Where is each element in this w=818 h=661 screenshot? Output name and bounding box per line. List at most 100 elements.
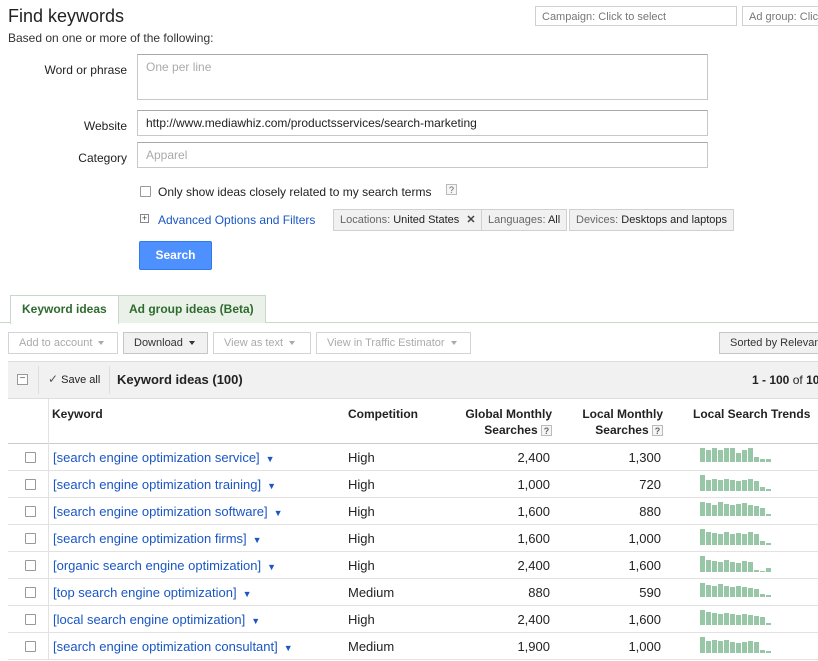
download-button[interactable]: Download (123, 332, 208, 354)
only-show-checkbox[interactable] (140, 186, 151, 197)
dropdown-arrow-icon[interactable]: ▼ (243, 589, 252, 599)
dropdown-arrow-icon[interactable]: ▼ (274, 508, 283, 518)
trend-bar (718, 450, 723, 462)
view-as-text-button[interactable]: View as text (213, 332, 311, 354)
tab-ad-group-ideas[interactable]: Ad group ideas (Beta) (117, 295, 266, 323)
trend-bar (730, 562, 735, 572)
trend-bar (742, 534, 747, 545)
trend-bar (724, 479, 729, 491)
competition-cell: High (348, 477, 375, 492)
locations-chip[interactable]: Locations: United States ✕ (333, 209, 483, 231)
trend-bar (706, 612, 711, 625)
table-row: [top search engine optimization] ▼ Medium 8… (8, 579, 818, 606)
trend-bar (724, 613, 729, 625)
global-searches-cell: 2,400 (517, 450, 550, 465)
dropdown-arrow-icon[interactable]: ▼ (253, 535, 262, 545)
dropdown-arrow-icon[interactable]: ▼ (267, 562, 276, 572)
trend-sparkline (700, 475, 810, 493)
keyword-link[interactable]: [organic search engine optimization] (53, 558, 261, 573)
trend-bar (724, 640, 729, 653)
remove-x-icon[interactable]: ✕ (466, 214, 475, 226)
col-local-monthly[interactable]: Local Monthly Searches ? (560, 407, 663, 437)
grid-title: Keyword ideas (100) (117, 372, 243, 387)
adgroup-select[interactable]: Ad group: Click (742, 6, 818, 26)
trend-bar (736, 563, 741, 572)
trend-bar (736, 481, 741, 491)
sort-dropdown[interactable]: Sorted by Relevan (719, 332, 818, 354)
row-checkbox[interactable] (25, 479, 36, 490)
advanced-options-link[interactable]: Advanced Options and Filters (158, 213, 315, 227)
trend-bar (766, 623, 771, 625)
help-icon[interactable]: ? (652, 425, 663, 437)
category-input[interactable]: Apparel (137, 142, 708, 168)
keyword-link[interactable]: [search engine optimization training] (53, 477, 261, 492)
languages-chip[interactable]: Languages: All (481, 209, 568, 231)
keyword-link[interactable]: [top search engine optimization] (53, 585, 237, 600)
collapse-minus-icon[interactable]: − (17, 374, 28, 385)
keyword-link[interactable]: [search engine optimization firms] (53, 531, 247, 546)
col-global-monthly[interactable]: Global Monthly Searches ? (445, 407, 552, 437)
view-in-traffic-estimator-button[interactable]: View in Traffic Estimator (316, 332, 471, 354)
table-row: [organic search engine optimization] ▼ Hig… (8, 552, 818, 579)
keyword-link[interactable]: [local search engine optimization] (53, 612, 245, 627)
help-icon[interactable]: ? (541, 425, 552, 437)
col-global-line1: Global Monthly (465, 407, 552, 421)
search-button[interactable]: Search (139, 241, 212, 270)
row-checkbox[interactable] (25, 641, 36, 652)
trend-bar (706, 480, 711, 491)
keyword-cell: [search engine optimization software] ▼ (48, 498, 283, 524)
keyword-cell: [organic search engine optimization] ▼ (48, 552, 276, 578)
save-all-button[interactable]: ✓ Save all (38, 366, 111, 394)
trend-bar (766, 514, 771, 516)
competition-cell: High (348, 450, 375, 465)
trend-bar (736, 453, 741, 462)
trend-bar (736, 615, 741, 625)
row-checkbox[interactable] (25, 506, 36, 517)
trend-bar (742, 480, 747, 491)
word-or-phrase-input[interactable]: One per line (137, 54, 708, 100)
col-keyword[interactable]: Keyword (52, 407, 103, 421)
trend-bar (766, 489, 771, 491)
dropdown-arrow-icon[interactable]: ▼ (266, 454, 275, 464)
local-searches-cell: 1,600 (628, 612, 661, 627)
dropdown-arrow-icon[interactable]: ▼ (251, 616, 260, 626)
trend-bar (748, 615, 753, 625)
devices-key: Devices: (576, 214, 619, 226)
trend-bar (706, 450, 711, 462)
competition-cell: High (348, 558, 375, 573)
devices-chip[interactable]: Devices: Desktops and laptops (569, 209, 735, 231)
view-in-estimator-label: View in Traffic Estimator (327, 337, 445, 349)
add-to-account-button[interactable]: Add to account (8, 332, 118, 354)
trend-bar (766, 568, 771, 572)
website-input[interactable]: http://www.mediawhiz.com/productsservice… (137, 110, 708, 136)
languages-value: All (547, 214, 561, 226)
trend-bar (766, 459, 771, 462)
expand-plus-icon[interactable]: + (140, 214, 149, 223)
trend-bar (754, 642, 759, 653)
local-searches-cell: 1,600 (628, 558, 661, 573)
col-competition[interactable]: Competition (348, 407, 418, 421)
chevron-down-icon (450, 341, 457, 346)
keyword-link[interactable]: [search engine optimization service] (53, 450, 260, 465)
row-checkbox[interactable] (25, 587, 36, 598)
trend-bar (724, 586, 729, 597)
dropdown-arrow-icon[interactable]: ▼ (284, 643, 293, 653)
row-checkbox[interactable] (25, 560, 36, 571)
tab-keyword-ideas[interactable]: Keyword ideas (10, 295, 119, 324)
help-icon[interactable]: ? (446, 184, 457, 195)
table-row: [search engine optimization software] ▼ Hi… (8, 498, 818, 525)
locations-key: Locations: (340, 214, 391, 226)
keyword-cell: [search engine optimization consultant] ▼ (48, 633, 293, 659)
keyword-cell: [top search engine optimization] ▼ (48, 579, 251, 605)
row-checkbox[interactable] (25, 614, 36, 625)
row-checkbox[interactable] (25, 452, 36, 463)
col-local-search-trends[interactable]: Local Search Trends (693, 407, 810, 421)
column-divider (48, 399, 49, 444)
row-checkbox[interactable] (25, 533, 36, 544)
campaign-select[interactable]: Campaign: Click to select (535, 6, 737, 26)
trend-bar (700, 556, 705, 572)
keyword-link[interactable]: [search engine optimization consultant] (53, 639, 278, 654)
dropdown-arrow-icon[interactable]: ▼ (267, 481, 276, 491)
keyword-link[interactable]: [search engine optimization software] (53, 504, 268, 519)
trend-bar (730, 614, 735, 625)
